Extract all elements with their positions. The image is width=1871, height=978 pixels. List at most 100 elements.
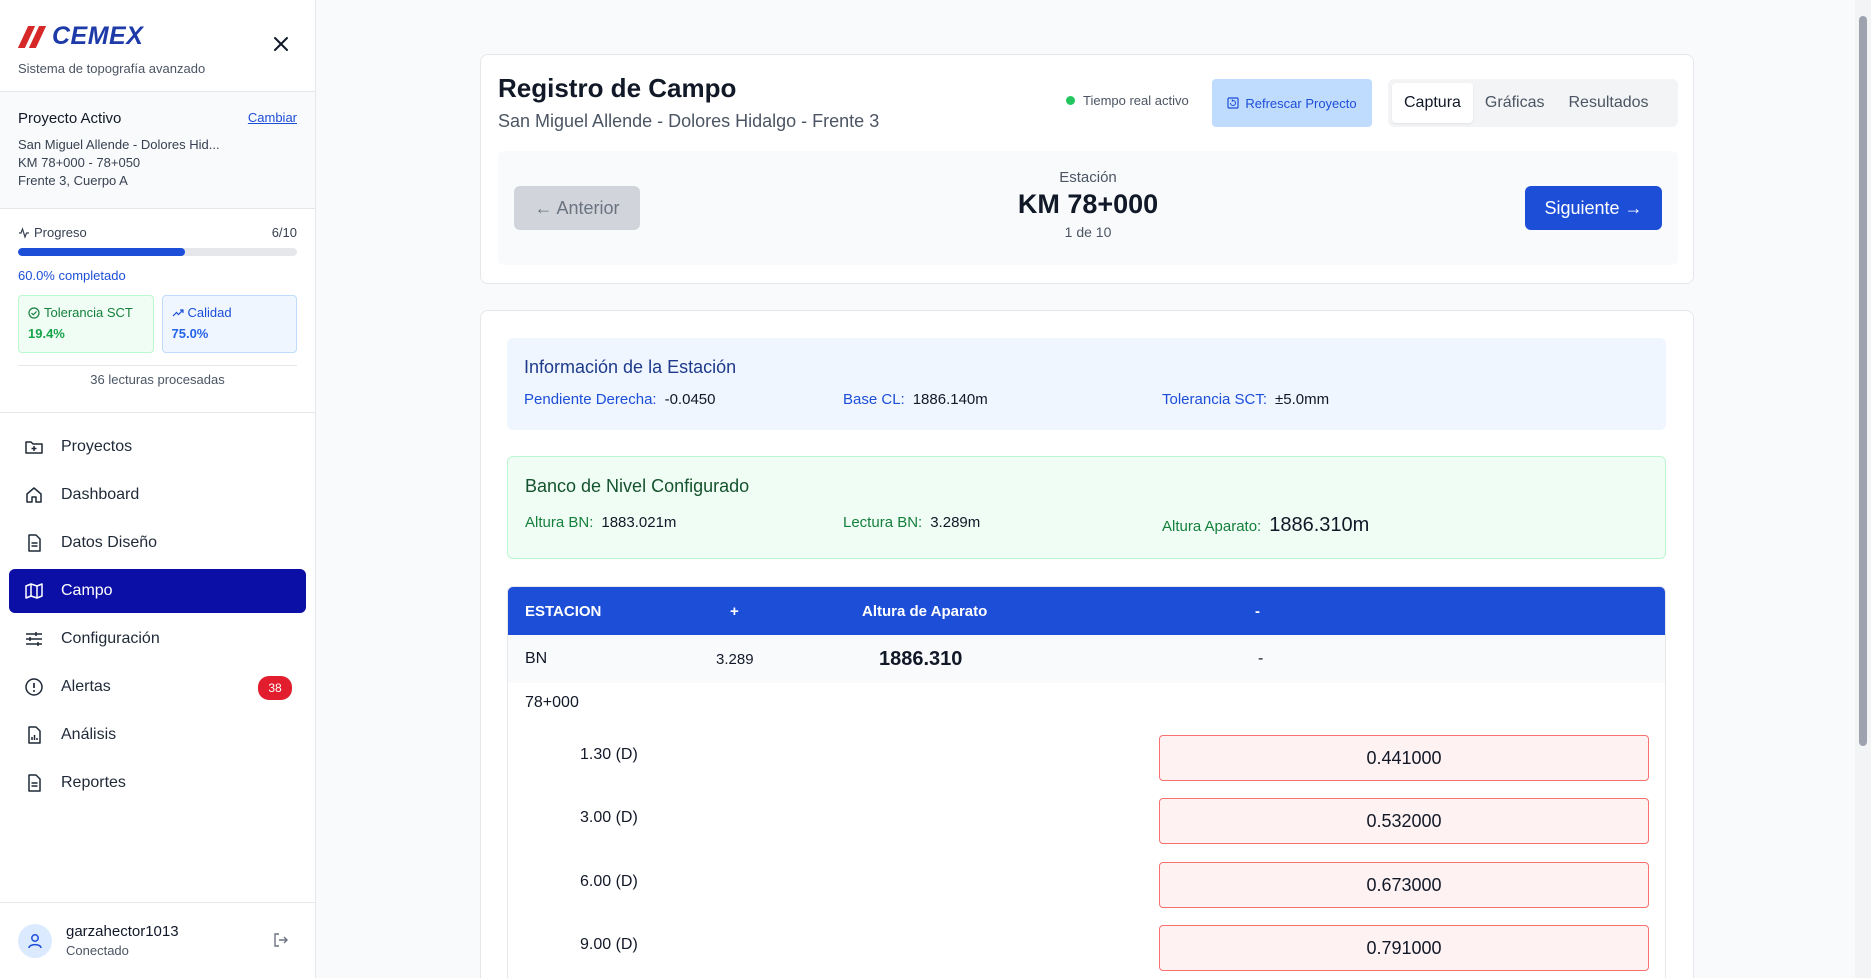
table-header: ESTACION + Altura de Aparato - <box>508 587 1665 635</box>
progress-bar <box>18 248 297 256</box>
sidebar-item-proyectos[interactable]: Proyectos <box>9 425 306 469</box>
quality-card: Calidad 75.0% <box>161 295 297 353</box>
table-row: 6.00 (D) 0.673000 <box>508 850 1665 913</box>
sidebar-item-campo[interactable]: Campo <box>9 569 306 613</box>
slope-value: -0.0450 <box>664 391 716 408</box>
tolerance-label: Tolerancia SCT <box>44 305 133 320</box>
sidebar-item-label: Configuración <box>61 630 160 647</box>
cemex-logo: CEMEX <box>17 22 297 51</box>
tab-captura[interactable]: Captura <box>1392 83 1473 123</box>
slope-label: Pendiente Derecha: <box>524 391 657 408</box>
logout-button[interactable] <box>272 931 290 954</box>
reading-input[interactable]: 0.673000 <box>1159 862 1649 908</box>
slope-field: Pendiente Derecha: -0.0450 <box>524 391 715 408</box>
col-estacion: ESTACION <box>525 602 602 620</box>
tab-graficas[interactable]: Gráficas <box>1473 83 1557 123</box>
station-km: KM 78+000 <box>1017 189 1159 219</box>
sidebar-item-dashboard[interactable]: Dashboard <box>9 473 306 517</box>
previous-station-button[interactable]: ← Anterior <box>514 186 640 230</box>
reading-offset-label: 9.00 (D) <box>580 935 638 953</box>
col-minus: - <box>1255 602 1260 620</box>
table-row: 1.30 (D) 0.441000 <box>508 723 1665 786</box>
table-row: 9.00 (D) 0.791000 <box>508 913 1665 976</box>
bn-reading-label: Lectura BN: <box>843 514 923 531</box>
project-name: San Miguel Allende - Dolores Hid... <box>18 137 220 152</box>
scrollbar-thumb[interactable] <box>1859 16 1867 746</box>
home-icon <box>26 487 42 503</box>
page-subtitle: San Miguel Allende - Dolores Hidalgo - F… <box>498 111 880 131</box>
station-row-label: 78+000 <box>525 694 579 711</box>
folder-plus-icon <box>25 441 43 454</box>
reading-input[interactable]: 0.441000 <box>1159 735 1649 781</box>
user-icon <box>28 933 42 948</box>
instrument-height-field: Altura Aparato: 1886.310m <box>1162 514 1369 537</box>
sidebar: CEMEX Sistema de topografía avanzado Pro… <box>0 0 316 978</box>
sidebar-item-label: Campo <box>61 582 113 599</box>
logout-icon <box>274 933 288 947</box>
sidebar-item-label: Datos Diseño <box>61 534 158 551</box>
user-panel: garzahector1013 Conectado <box>0 902 316 978</box>
page-scrollbar[interactable] <box>1855 0 1871 978</box>
file-chart-icon <box>28 726 41 744</box>
sliders-icon <box>26 632 42 646</box>
sidebar-item-label: Alertas <box>61 678 111 695</box>
base-label: Base CL: <box>843 391 905 408</box>
sidebar-item-analisis[interactable]: Análisis <box>9 713 306 757</box>
sidebar-item-reportes[interactable]: Reportes <box>9 761 306 805</box>
instrument-height-label: Altura Aparato: <box>1162 518 1262 535</box>
quality-label: Calidad <box>187 305 232 320</box>
check-circle-icon <box>28 306 40 319</box>
progress-label: Progreso <box>18 225 87 240</box>
trending-up-icon <box>172 308 184 316</box>
file-text-icon <box>28 534 41 552</box>
bn-height-label: Altura BN: <box>525 514 594 531</box>
reading-input[interactable]: 0.791000 <box>1159 925 1649 971</box>
refresh-label: Refrescar Proyecto <box>1245 95 1357 111</box>
tolerance-sct-label: Tolerancia SCT: <box>1162 391 1268 408</box>
project-location: Frente 3, Cuerpo A <box>18 173 128 188</box>
tab-resultados[interactable]: Resultados <box>1557 83 1661 123</box>
logo-area: CEMEX Sistema de topografía avanzado <box>0 0 315 92</box>
sidebar-item-alertas[interactable]: Alertas 38 <box>9 665 306 709</box>
activity-icon <box>19 226 29 239</box>
base-field: Base CL: 1886.140m <box>843 391 988 408</box>
col-instrument-height: Altura de Aparato <box>862 602 988 620</box>
close-icon <box>274 37 288 51</box>
bn-station: BN <box>525 650 548 667</box>
active-project-panel: Proyecto Activo Cambiar San Miguel Allen… <box>0 92 315 209</box>
alert-circle-icon <box>25 678 43 696</box>
sidebar-item-configuracion[interactable]: Configuración <box>9 617 306 661</box>
alerts-count-badge: 38 <box>258 676 292 700</box>
reading-offset-label: 6.00 (D) <box>580 872 638 890</box>
sidebar-item-label: Reportes <box>61 774 126 791</box>
quality-value: 75.0% <box>171 326 209 341</box>
bn-plus: 3.289 <box>716 650 754 668</box>
tolerance-field: Tolerancia SCT: ±5.0mm <box>1162 391 1329 408</box>
file-text-icon <box>28 774 41 792</box>
change-project-link[interactable]: Cambiar <box>248 110 297 125</box>
user-status: Conectado <box>66 943 129 958</box>
station-position: 1 de 10 <box>1064 224 1112 240</box>
sidebar-item-datos-diseno[interactable]: Datos Diseño <box>9 521 306 565</box>
close-sidebar-button[interactable] <box>271 34 291 54</box>
reading-input[interactable]: 0.532000 <box>1159 798 1649 844</box>
readings-processed: 36 lecturas procesadas <box>18 365 297 387</box>
refresh-project-button[interactable]: Refrescar Proyecto <box>1212 79 1372 127</box>
bn-instrument-height: 1886.310 <box>879 647 963 670</box>
header-card: Registro de Campo San Miguel Allende - D… <box>480 54 1694 284</box>
progress-bar-fill <box>18 248 186 256</box>
reading-offset-label: 1.30 (D) <box>580 745 638 763</box>
station-info-panel: Información de la Estación Pendiente Der… <box>507 338 1666 430</box>
main-content: Registro de Campo San Miguel Allende - D… <box>316 0 1855 978</box>
table-row-bn: BN 3.289 1886.310 - <box>508 635 1665 683</box>
col-plus: + <box>730 602 739 620</box>
tolerance-value: 19.4% <box>28 326 65 341</box>
status-dot-icon <box>1066 96 1075 105</box>
next-station-button[interactable]: Siguiente → <box>1525 186 1662 230</box>
reading-offset-label: 3.00 (D) <box>580 808 638 826</box>
station-info-title: Información de la Estación <box>524 357 737 377</box>
sidebar-nav: Proyectos Dashboard Datos Diseño Campo C… <box>0 413 315 805</box>
view-tabs: Captura Gráficas Resultados <box>1388 79 1678 127</box>
table-row: 3.00 (D) 0.532000 <box>508 786 1665 849</box>
bn-height-field: Altura BN: 1883.021m <box>525 514 676 531</box>
